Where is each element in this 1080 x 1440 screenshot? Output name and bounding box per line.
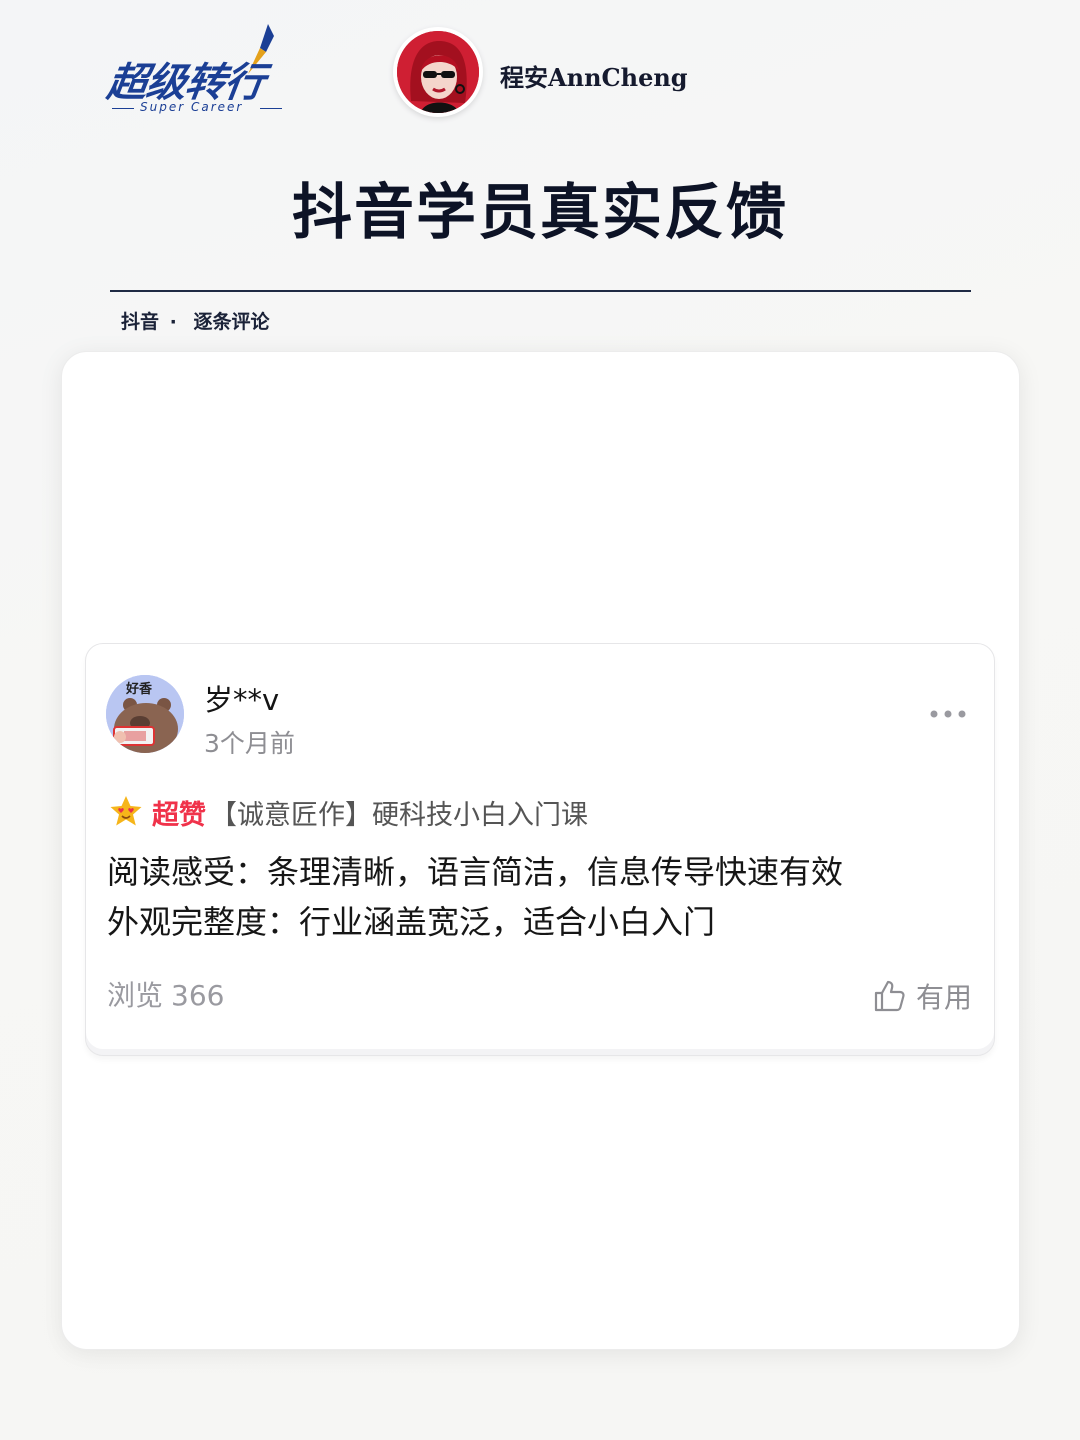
woman-sunglasses-avatar-icon (397, 31, 479, 113)
page: 超级转行 Super Career 程安AnnCheng 抖音学员真实反馈 抖音 (0, 0, 1080, 1440)
views-label: 浏览 (107, 979, 164, 1012)
brand-logo: 超级转行 Super Career (104, 24, 298, 120)
subnav-separator: · (169, 311, 177, 333)
title-divider (110, 290, 971, 292)
more-icon[interactable] (928, 704, 968, 724)
logo-line-left (112, 108, 134, 109)
subnav-mode: 逐条评论 (193, 311, 270, 333)
star-eyes-icon (110, 796, 142, 826)
comment-course[interactable]: 【诚意匠作】硬科技小白入门课 (210, 793, 588, 832)
commenter-username[interactable]: 岁**v (204, 677, 279, 719)
commenter-avatar[interactable]: 好香 (106, 675, 184, 753)
author-name: 程安AnnCheng (500, 63, 688, 92)
comment-time: 3个月前 (204, 729, 295, 758)
logo-subtitle: Super Career (140, 100, 244, 114)
useful-label: 有用 (916, 981, 973, 1014)
subnav: 抖音 · 逐条评论 (121, 307, 270, 334)
logo-line-right (260, 108, 282, 109)
avatar-badge-text: 好香 (125, 681, 153, 697)
thumbs-up-icon (874, 980, 905, 1012)
page-title: 抖音学员真实反馈 (292, 178, 788, 248)
comment-line: 阅读感受：条理清晰，语言简洁，信息传导快速有效 (107, 853, 844, 891)
comment-body: 阅读感受：条理清晰，语言简洁，信息传导快速有效 外观完整度：行业涵盖宽泛，适合小… (107, 847, 843, 947)
author-avatar[interactable] (393, 27, 483, 117)
comment-line: 外观完整度：行业涵盖宽泛，适合小白入门 (107, 903, 716, 941)
subnav-platform: 抖音 (121, 311, 160, 333)
comment-tagline: 超赞 【诚意匠作】硬科技小白入门课 (108, 792, 588, 832)
comment-tag: 超赞 (152, 799, 206, 831)
bear-avatar-icon: 好香 (106, 675, 184, 753)
views-count: 浏览 366 (107, 974, 224, 1014)
useful-button[interactable]: 有用 (872, 976, 972, 1016)
views-number: 366 (171, 979, 225, 1012)
